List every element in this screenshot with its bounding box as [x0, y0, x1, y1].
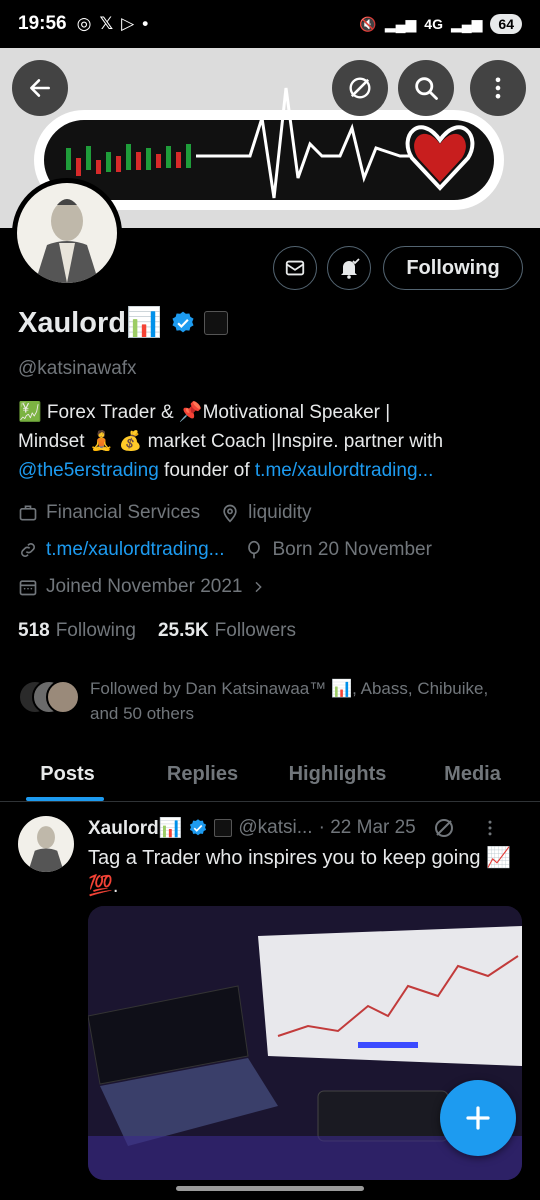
followed-by-text: Followed by Dan Katsinawaa™ 📊, Abass, Ch…: [90, 679, 489, 723]
follow-counts: 518 Following 25.5K Followers: [18, 620, 296, 642]
play-icon: ▷: [121, 14, 135, 33]
profile-handle: @katsinawafx: [18, 358, 137, 379]
bio-line-2: Mindset 🧘 💰 market Coach |Inspire. partn…: [18, 431, 444, 452]
verified-badge-icon[interactable]: [170, 310, 196, 336]
post-author-name[interactable]: Xaulord📊: [88, 816, 182, 840]
affiliate-badge-icon: [214, 819, 233, 837]
birthday-item: Born 20 November: [244, 539, 432, 561]
x-logo-icon: 𝕏: [99, 14, 114, 33]
briefcase-icon: [19, 505, 37, 521]
following-count: 518: [18, 620, 50, 641]
chevron-right-icon: [255, 581, 263, 593]
profile-avatar[interactable]: [12, 178, 122, 288]
status-time: 19:56: [18, 13, 67, 34]
signal-icon-2: ▂▄▆: [450, 15, 483, 32]
mute-icon: 🔇: [359, 15, 377, 32]
birthday-text: Born 20 November: [272, 539, 432, 560]
bio-line-3: @the5erstrading founder of t.me/xaulordt…: [18, 456, 528, 485]
search-icon: [415, 77, 438, 100]
location-text: liquidity: [248, 502, 312, 523]
joined-text: Joined November 2021: [46, 576, 243, 597]
grok-button[interactable]: [332, 60, 388, 116]
post-text: Tag a Trader who inspires you to keep go…: [88, 847, 511, 897]
category-item: Financial Services: [18, 502, 200, 524]
following-count-link[interactable]: 518 Following: [18, 620, 136, 642]
profile-tabs: Posts Replies Highlights Media: [0, 748, 540, 802]
bio-url-link[interactable]: t.me/xaulordtrading...: [255, 460, 433, 481]
follower-avatar-3: [46, 680, 80, 714]
follower-avatars: [18, 680, 80, 716]
signal-icon: ▂▄▆: [384, 15, 417, 32]
verified-badge-icon: [190, 819, 207, 836]
tab-posts[interactable]: Posts: [0, 748, 135, 801]
back-button[interactable]: [12, 60, 68, 116]
more-vertical-icon: [495, 77, 501, 99]
location-item: liquidity: [220, 502, 312, 524]
home-indicator[interactable]: [176, 1186, 364, 1191]
following-button[interactable]: Following: [383, 246, 523, 290]
bio-mention-link[interactable]: @the5erstrading: [18, 460, 159, 481]
balloon-icon: [248, 540, 261, 559]
dot-icon: •: [142, 14, 149, 33]
more-button[interactable]: [470, 60, 526, 116]
followers-count: 25.5K: [157, 620, 209, 641]
profile-meta-row-2: t.me/xaulordtrading... Born 20 November: [18, 539, 444, 561]
whatsapp-icon: ◎: [76, 14, 92, 33]
notifications-button[interactable]: [327, 246, 371, 290]
profile-meta-row-3[interactable]: Joined November 2021: [18, 576, 278, 598]
location-pin-icon: [223, 504, 237, 523]
search-button[interactable]: [398, 60, 454, 116]
network-type: 4G: [424, 16, 443, 32]
post-header: Xaulord📊 @katsi... · 22 Mar 25: [88, 816, 528, 840]
profile-name-row: Xaulord📊: [18, 306, 229, 340]
tab-highlights[interactable]: Highlights: [270, 748, 405, 801]
tab-replies[interactable]: Replies: [135, 748, 270, 801]
followers-label: Followers: [214, 620, 296, 641]
joined-item[interactable]: Joined November 2021: [18, 576, 266, 598]
compose-button[interactable]: [440, 1080, 516, 1156]
message-button[interactable]: [273, 246, 317, 290]
link-icon: [21, 543, 35, 557]
affiliate-badge-icon[interactable]: [204, 311, 229, 335]
arrow-left-icon: [30, 79, 50, 97]
profile-meta-row-1: Financial Services liquidity: [18, 502, 324, 524]
followed-by[interactable]: Followed by Dan Katsinawaa™ 📊, Abass, Ch…: [18, 676, 520, 726]
more-vertical-icon[interactable]: [480, 818, 500, 838]
grok-icon: [349, 77, 371, 99]
notification-icons: ◎ 𝕏 ▷ •: [77, 14, 149, 34]
following-label: Following: [55, 620, 136, 641]
category-text: Financial Services: [46, 502, 201, 523]
bio-middle-text: founder of: [158, 460, 255, 481]
profile-bio: 💹 Forex Trader & 📌Motivational Speaker |…: [18, 398, 528, 485]
post-date[interactable]: · 22 Mar 25: [319, 817, 416, 839]
post-avatar[interactable]: [18, 816, 74, 872]
status-bar: 19:56 ◎ 𝕏 ▷ • 🔇 ▂▄▆ 4G ▂▄▆ 64: [0, 0, 540, 48]
tab-media[interactable]: Media: [405, 748, 540, 801]
website-link[interactable]: t.me/xaulordtrading...: [46, 539, 224, 561]
bell-check-icon: [341, 258, 360, 279]
followers-count-link[interactable]: 25.5K Followers: [158, 620, 296, 642]
profile-name: Xaulord📊: [18, 307, 163, 339]
website-item[interactable]: t.me/xaulordtrading...: [18, 539, 224, 561]
mail-icon: [285, 260, 305, 276]
status-right: 🔇 ▂▄▆ 4G ▂▄▆ 64: [359, 14, 522, 34]
battery-indicator: 64: [490, 14, 522, 34]
calendar-icon: [19, 580, 37, 596]
plus-icon: [466, 1106, 490, 1130]
post-author-handle[interactable]: @katsi...: [238, 817, 312, 839]
bio-line-1: 💹 Forex Trader & 📌Motivational Speaker |: [18, 402, 391, 423]
grok-icon[interactable]: [432, 816, 456, 840]
avatar-image: [17, 183, 117, 283]
